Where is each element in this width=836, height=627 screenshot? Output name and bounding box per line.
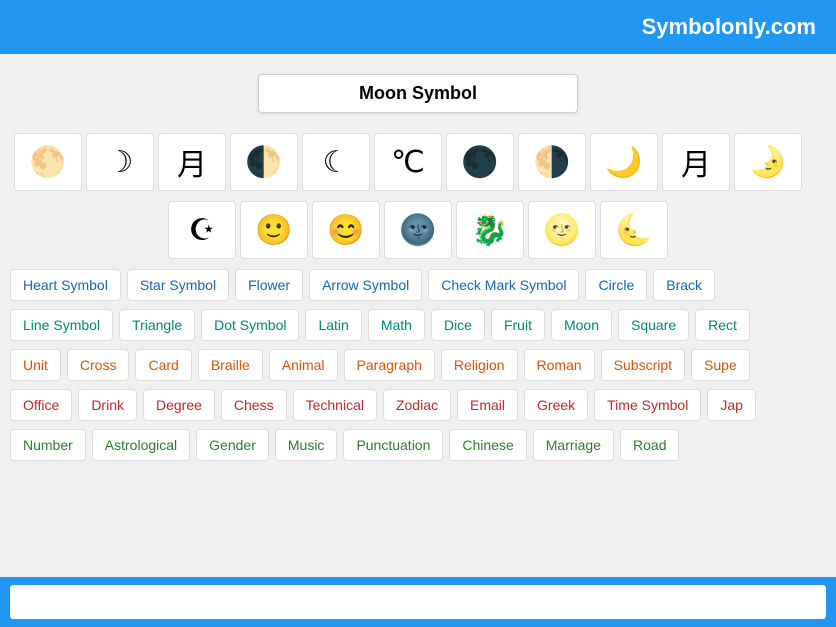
category-button[interactable]: Zodiac: [383, 389, 451, 421]
category-button[interactable]: Drink: [78, 389, 137, 421]
category-button[interactable]: Square: [618, 309, 689, 341]
category-button[interactable]: Arrow Symbol: [309, 269, 422, 301]
category-button[interactable]: Punctuation: [343, 429, 443, 461]
symbol-cell[interactable]: 🌚: [384, 201, 452, 259]
search-label[interactable]: Moon Symbol: [258, 74, 578, 113]
header: Symbolonly.com: [0, 0, 836, 54]
category-button[interactable]: Jap: [707, 389, 756, 421]
category-button[interactable]: Fruit: [491, 309, 545, 341]
symbol-cell[interactable]: 🌓: [230, 133, 298, 191]
category-button[interactable]: Marriage: [533, 429, 614, 461]
symbol-cell[interactable]: 月: [662, 133, 730, 191]
symbol-cell[interactable]: 😊: [312, 201, 380, 259]
category-button[interactable]: Road: [620, 429, 679, 461]
symbol-cell[interactable]: 🌕: [14, 133, 82, 191]
category-button[interactable]: Check Mark Symbol: [428, 269, 579, 301]
footer-search-bar: [0, 577, 836, 627]
category-button[interactable]: Supe: [691, 349, 750, 381]
category-button[interactable]: Heart Symbol: [10, 269, 121, 301]
symbol-cell[interactable]: 月: [158, 133, 226, 191]
site-title: Symbolonly.com: [642, 14, 816, 39]
symbol-cell[interactable]: ℃: [374, 133, 442, 191]
symbol-cell[interactable]: 🌛: [734, 133, 802, 191]
symbol-cell[interactable]: 🌜: [600, 201, 668, 259]
symbol-cell[interactable]: ☾: [302, 133, 370, 191]
category-button[interactable]: Animal: [269, 349, 338, 381]
symbol-cell[interactable]: 🐉: [456, 201, 524, 259]
category-row-1: Heart SymbolStar SymbolFlowerArrow Symbo…: [10, 269, 826, 301]
symbol-cell[interactable]: 🌙: [590, 133, 658, 191]
category-button[interactable]: Braille: [198, 349, 263, 381]
symbol-cell[interactable]: 🌝: [528, 201, 596, 259]
symbol-cell[interactable]: 🌗: [518, 133, 586, 191]
category-button[interactable]: Office: [10, 389, 72, 421]
category-button[interactable]: Astrological: [92, 429, 190, 461]
category-row-2: Line SymbolTriangleDot SymbolLatinMathDi…: [10, 309, 826, 341]
category-button[interactable]: Star Symbol: [127, 269, 229, 301]
category-button[interactable]: Number: [10, 429, 86, 461]
category-button[interactable]: Line Symbol: [10, 309, 113, 341]
category-button[interactable]: Religion: [441, 349, 518, 381]
category-button[interactable]: Subscript: [601, 349, 685, 381]
category-button[interactable]: Chinese: [449, 429, 526, 461]
category-button[interactable]: Unit: [10, 349, 61, 381]
category-button[interactable]: Chess: [221, 389, 287, 421]
category-button[interactable]: Roman: [524, 349, 595, 381]
category-button[interactable]: Music: [275, 429, 338, 461]
category-button[interactable]: Paragraph: [344, 349, 435, 381]
category-button[interactable]: Math: [368, 309, 425, 341]
category-button[interactable]: Circle: [585, 269, 647, 301]
category-button[interactable]: Degree: [143, 389, 215, 421]
symbols-row-1: 🌕☽月🌓☾℃🌑🌗🌙月🌛: [10, 133, 826, 191]
category-row-4: OfficeDrinkDegreeChessTechnicalZodiacEma…: [10, 389, 826, 421]
symbols-row-2: ☪🙂😊🌚🐉🌝🌜: [10, 201, 826, 259]
category-button[interactable]: Cross: [67, 349, 130, 381]
category-row-3: UnitCrossCardBrailleAnimalParagraphRelig…: [10, 349, 826, 381]
category-button[interactable]: Flower: [235, 269, 303, 301]
category-button[interactable]: Rect: [695, 309, 750, 341]
symbol-cell[interactable]: ☪: [168, 201, 236, 259]
category-button[interactable]: Email: [457, 389, 518, 421]
category-button[interactable]: Time Symbol: [594, 389, 701, 421]
categories-section: Heart SymbolStar SymbolFlowerArrow Symbo…: [10, 269, 826, 461]
category-row-5: NumberAstrologicalGenderMusicPunctuation…: [10, 429, 826, 461]
category-button[interactable]: Moon: [551, 309, 612, 341]
category-button[interactable]: Card: [135, 349, 191, 381]
search-bar-container: Moon Symbol: [10, 74, 826, 113]
category-button[interactable]: Triangle: [119, 309, 195, 341]
category-button[interactable]: Greek: [524, 389, 588, 421]
category-button[interactable]: Gender: [196, 429, 269, 461]
main-content: Moon Symbol 🌕☽月🌓☾℃🌑🌗🌙月🌛 ☪🙂😊🌚🐉🌝🌜 Heart Sy…: [0, 54, 836, 479]
category-button[interactable]: Dice: [431, 309, 485, 341]
category-button[interactable]: Latin: [305, 309, 361, 341]
symbol-cell[interactable]: ☽: [86, 133, 154, 191]
footer-search-input[interactable]: [10, 585, 826, 619]
symbol-cell[interactable]: 🌑: [446, 133, 514, 191]
symbol-cell[interactable]: 🙂: [240, 201, 308, 259]
category-button[interactable]: Technical: [293, 389, 377, 421]
category-button[interactable]: Brack: [653, 269, 715, 301]
category-button[interactable]: Dot Symbol: [201, 309, 299, 341]
